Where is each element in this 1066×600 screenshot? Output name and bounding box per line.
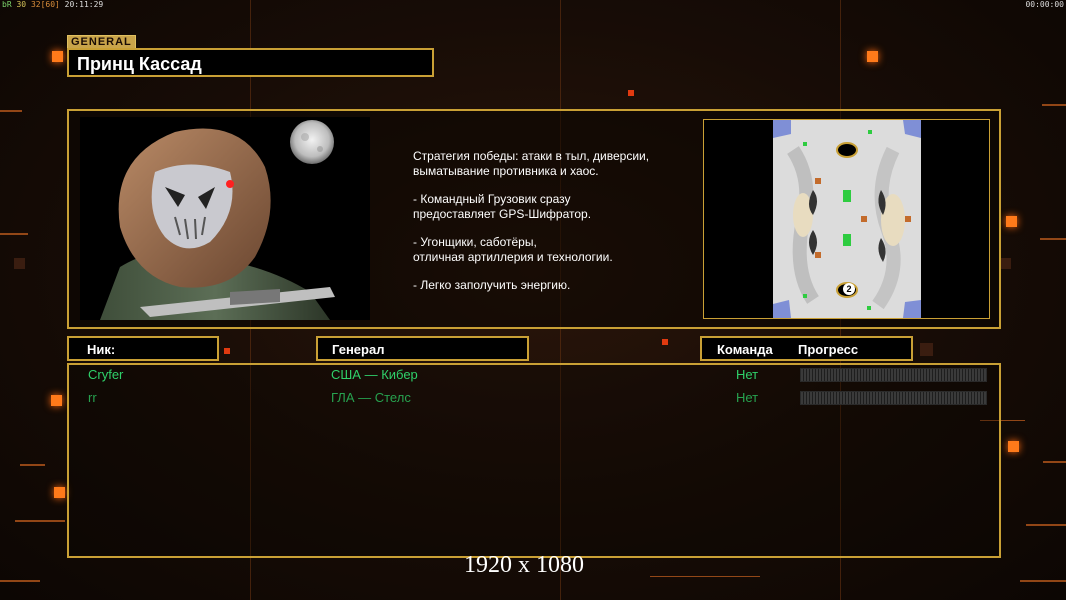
header-general: Генерал (316, 336, 529, 361)
debug-hud-right: 00:00:00 (1025, 0, 1064, 9)
description-line: - Легко заполучить энергию. (413, 278, 571, 292)
general-title-box: Принц Кассад (67, 48, 434, 77)
player-row[interactable]: rr ГЛА — Стелс Нет (69, 388, 999, 408)
description-line: Стратегия победы: атаки в тыл, диверсии,… (413, 149, 650, 178)
header-nick: Ник: (67, 336, 219, 361)
hud-clock: 20:11:29 (64, 0, 104, 9)
player-row[interactable]: Cryfer США — Кибер Нет (69, 365, 999, 385)
hud-value-c: [60] (40, 0, 60, 9)
header-nick-label: Ник: (87, 342, 116, 357)
header-team-progress: Команда Прогресс (700, 336, 913, 361)
player-nick: Cryfer (88, 367, 124, 382)
general-description: Стратегия победы: атаки в тыл, диверсии,… (413, 149, 693, 306)
map-preview[interactable]: 2 (773, 120, 921, 318)
header-team-label: Команда (717, 342, 773, 357)
map-start-marker: 2 (843, 283, 855, 295)
player-general[interactable]: США — Кибер (331, 367, 418, 382)
general-portrait (80, 117, 370, 320)
hud-prefix: bR (2, 0, 12, 9)
player-progress-bar (800, 368, 987, 382)
players-panel: Cryfer США — Кибер Нет rr ГЛА — Стелс Не… (67, 363, 1001, 558)
description-line: - Угонщики, саботёры, отличная артиллери… (413, 235, 613, 264)
map-preview-frame: 2 (703, 119, 990, 319)
debug-hud-left: bR 30 32[60] 20:11:29 (2, 0, 103, 9)
player-general[interactable]: ГЛА — Стелс (331, 390, 411, 405)
general-name: Принц Кассад (77, 54, 202, 74)
header-general-label: Генерал (332, 342, 385, 357)
hud-value-a: 30 (16, 0, 27, 9)
resolution-label: 1920 x 1080 (464, 552, 584, 578)
description-line: - Командный Грузовик сразу предоставляет… (413, 192, 592, 221)
player-team[interactable]: Нет (736, 367, 758, 382)
player-nick: rr (88, 390, 97, 405)
general-tag: GENERAL (67, 35, 136, 49)
header-progress-label: Прогресс (798, 342, 859, 357)
hud-value-b: 32 (30, 0, 41, 9)
player-team[interactable]: Нет (736, 390, 758, 405)
player-progress-bar (800, 391, 987, 405)
